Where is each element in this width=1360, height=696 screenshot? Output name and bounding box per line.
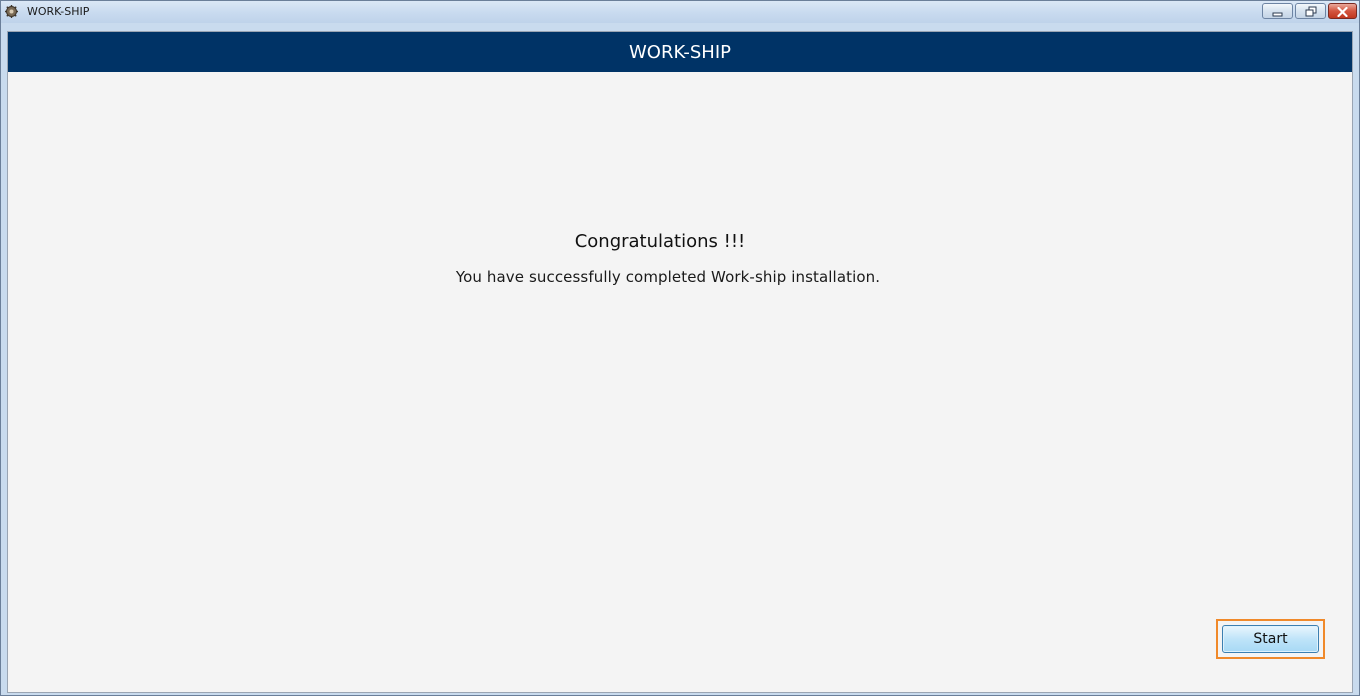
window-title: WORK-SHIP xyxy=(27,5,90,18)
close-icon xyxy=(1337,2,1348,21)
success-message: You have successfully completed Work-shi… xyxy=(455,268,881,286)
title-bar[interactable]: WORK-SHIP xyxy=(1,1,1359,23)
minimize-button[interactable] xyxy=(1262,3,1293,19)
content-area: WORK-SHIP Congratulations !!! You have s… xyxy=(7,31,1353,693)
minimize-icon xyxy=(1272,2,1283,21)
start-button[interactable]: Start xyxy=(1222,625,1319,653)
restore-button[interactable] xyxy=(1295,3,1326,19)
app-icon xyxy=(4,4,19,19)
app-window: WORK-SHIP WORK-SHIP Congratulations !!! … xyxy=(0,0,1360,696)
restore-icon xyxy=(1305,2,1317,21)
close-button[interactable] xyxy=(1328,3,1357,19)
page-title: WORK-SHIP xyxy=(628,41,731,63)
congratulations-heading: Congratulations !!! xyxy=(574,231,746,252)
header-banner: WORK-SHIP xyxy=(8,32,1352,72)
